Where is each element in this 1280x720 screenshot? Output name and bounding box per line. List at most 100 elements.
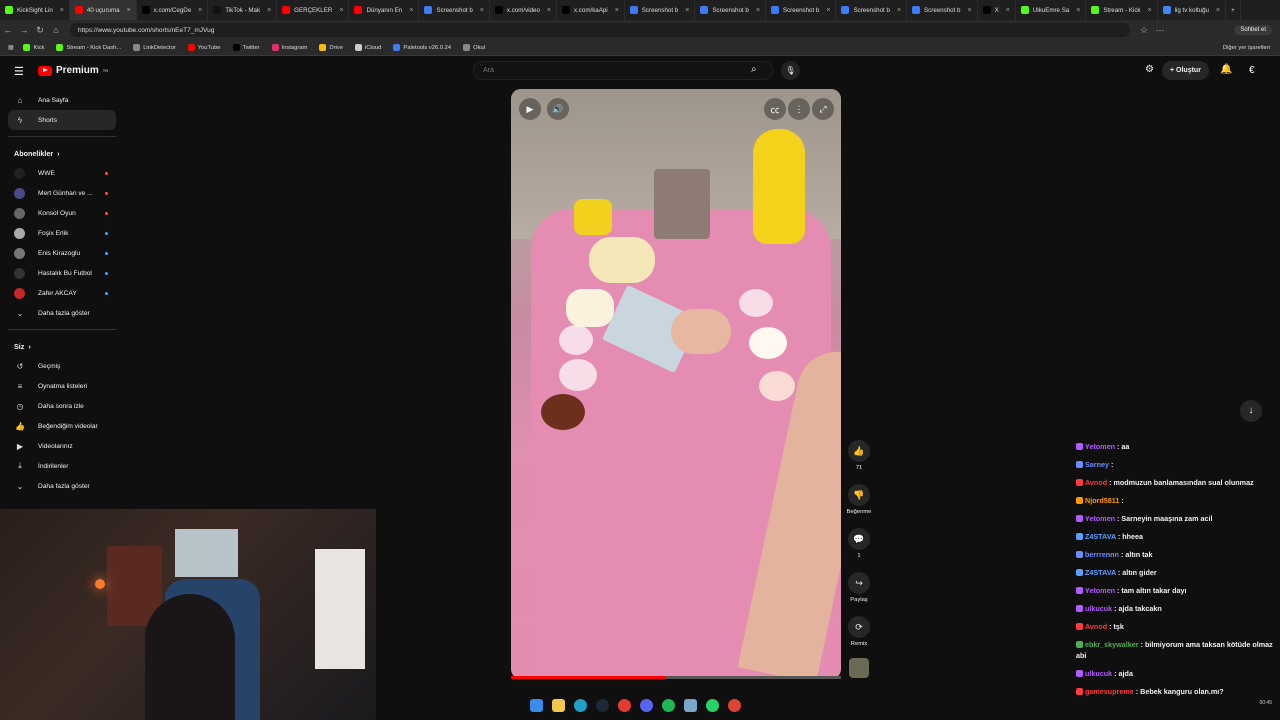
- search-input[interactable]: Ara: [473, 61, 773, 80]
- chat-username[interactable]: Z4STAVA: [1085, 532, 1116, 541]
- browser-tab[interactable]: Screenshot b ×: [836, 0, 908, 20]
- bookmark-item[interactable]: Drive: [319, 44, 343, 51]
- sidebar-item-watch-later[interactable]: ◷ Daha sonra izle: [8, 396, 116, 416]
- close-icon[interactable]: ×: [897, 7, 901, 14]
- close-icon[interactable]: ×: [267, 7, 271, 14]
- bookmark-item[interactable]: Kick: [23, 44, 44, 51]
- notifications-icon[interactable]: 🔔: [1220, 64, 1232, 75]
- chat-username[interactable]: Z4STAVA: [1085, 568, 1116, 577]
- sidebar-item-download[interactable]: ⤓ İndirilenler: [8, 456, 116, 476]
- close-icon[interactable]: ×: [547, 7, 551, 14]
- dislike-button[interactable]: 👎 Beğenme: [846, 484, 872, 515]
- remix-button[interactable]: ⟳ Remix: [846, 616, 872, 647]
- browser-tab[interactable]: UlkuEmre Sa ×: [1016, 0, 1087, 20]
- browser-tab[interactable]: X ×: [978, 0, 1016, 20]
- chat-username[interactable]: ulkucuk: [1085, 604, 1112, 613]
- close-icon[interactable]: ×: [1148, 7, 1152, 14]
- edge-icon[interactable]: [574, 699, 587, 712]
- chat-username[interactable]: Sarney: [1085, 460, 1109, 469]
- browser-tab[interactable]: Screenshot b ×: [625, 0, 696, 20]
- discord-icon[interactable]: [640, 699, 653, 712]
- bookmark-item[interactable]: Stream - Kick Dash...: [56, 44, 121, 51]
- sidebar-item-your-videos[interactable]: ▶ Videolarınız: [8, 436, 116, 456]
- subscription-item[interactable]: Foşix Erlik: [8, 223, 116, 243]
- settings-icon[interactable]: ⚙: [1145, 64, 1154, 75]
- close-icon[interactable]: ×: [756, 7, 760, 14]
- volume-button[interactable]: 🔊: [547, 98, 569, 120]
- subscription-item[interactable]: Hastalık Bu Futbol: [8, 263, 116, 283]
- chat-username[interactable]: Yetomen: [1085, 514, 1115, 523]
- browser-tab[interactable]: GERÇEKLER ×: [277, 0, 350, 20]
- subscription-item[interactable]: Zafer AKCAY: [8, 283, 116, 303]
- chat-username[interactable]: ulkucuk: [1085, 669, 1112, 678]
- browser-tab[interactable]: Screenshot b ×: [907, 0, 978, 20]
- search-icon[interactable]: ⌕: [751, 64, 757, 75]
- close-icon[interactable]: ×: [826, 7, 830, 14]
- close-icon[interactable]: ×: [1006, 7, 1010, 14]
- chrome-icon[interactable]: [728, 699, 741, 712]
- browser-tab[interactable]: Stream - Kick ×: [1086, 0, 1158, 20]
- subscription-item[interactable]: Mert Günhan ve ...: [8, 183, 116, 203]
- sidebar-item-like[interactable]: 👍 Beğendiğim videolar: [8, 416, 116, 436]
- forward-icon[interactable]: →: [16, 25, 32, 35]
- comments-button[interactable]: 💬 1: [846, 528, 872, 559]
- back-icon[interactable]: ←: [0, 25, 16, 35]
- bookmark-star-icon[interactable]: ☆: [1136, 25, 1152, 36]
- apps-icon[interactable]: ▦: [8, 45, 13, 51]
- close-icon[interactable]: ×: [1216, 7, 1220, 14]
- play-button[interactable]: ▶: [519, 98, 541, 120]
- chat-username[interactable]: gamesupreme: [1085, 687, 1134, 696]
- you-header[interactable]: Siz ›: [8, 336, 116, 356]
- subscription-item[interactable]: Enis Kirazoglu: [8, 243, 116, 263]
- browser-tab[interactable]: Dünyanın En ×: [349, 0, 420, 20]
- chat-button[interactable]: Sohbet et: [1234, 25, 1272, 35]
- close-icon[interactable]: ×: [127, 7, 131, 14]
- whatsapp-icon[interactable]: [706, 699, 719, 712]
- url-field[interactable]: https://www.youtube.com/shorts/nEeT7_mJV…: [70, 23, 1130, 37]
- create-button[interactable]: + Oluştur: [1162, 61, 1209, 80]
- close-icon[interactable]: ×: [409, 7, 413, 14]
- close-icon[interactable]: ×: [339, 7, 343, 14]
- close-icon[interactable]: ×: [968, 7, 972, 14]
- browser-tab[interactable]: lig tv koltuğu ×: [1158, 0, 1227, 20]
- show-more-subs[interactable]: ⌄ Daha fazla göster: [8, 303, 116, 323]
- subscriptions-header[interactable]: Abonelikler ›: [8, 143, 116, 163]
- subscription-item[interactable]: WWE: [8, 163, 116, 183]
- close-icon[interactable]: ×: [615, 7, 619, 14]
- sidebar-item-home[interactable]: ⌂ Ana Sayfa: [8, 90, 116, 110]
- chat-username[interactable]: ebkr_skywalker: [1085, 640, 1139, 649]
- bookmark-item[interactable]: Instagram: [271, 44, 307, 51]
- new-tab-button[interactable]: +: [1226, 0, 1241, 20]
- close-icon[interactable]: ×: [60, 7, 64, 14]
- browser-tab[interactable]: x.com/kaApi ×: [557, 0, 625, 20]
- reload-icon[interactable]: ↻: [32, 25, 48, 36]
- mic-icon[interactable]: 🎙: [781, 61, 800, 80]
- extensions-icon[interactable]: ⋯: [1152, 25, 1168, 36]
- avatar[interactable]: €: [1249, 65, 1255, 76]
- close-icon[interactable]: ×: [1076, 7, 1080, 14]
- file-explorer-icon[interactable]: [552, 699, 565, 712]
- spotify-icon[interactable]: [662, 699, 675, 712]
- browser-tab[interactable]: Screenshot b ×: [419, 0, 490, 20]
- youtube-logo[interactable]: Premium TR: [38, 65, 108, 76]
- browser-tab[interactable]: x.com/CegDe ×: [137, 0, 209, 20]
- menu-icon[interactable]: ☰: [14, 65, 24, 78]
- chat-username[interactable]: Njord5811: [1085, 496, 1119, 505]
- browser-tab[interactable]: Screenshot b ×: [766, 0, 837, 20]
- chat-username[interactable]: Yetomen: [1085, 586, 1115, 595]
- show-more-you[interactable]: ⌄ Daha fazla göster: [8, 476, 116, 496]
- chat-username[interactable]: Yetomen: [1085, 442, 1115, 451]
- bookmark-item[interactable]: Twitter: [232, 44, 260, 51]
- shorts-video-player[interactable]: ▶ 🔊 ㏄ ⋮ ⤢: [511, 89, 841, 679]
- bookmark-item[interactable]: Paletools v26.0.24: [393, 44, 451, 51]
- chat-username[interactable]: berrrennn: [1085, 550, 1119, 559]
- sidebar-item-history[interactable]: ↺ Geçmiş: [8, 356, 116, 376]
- close-icon[interactable]: ×: [198, 7, 202, 14]
- bookmark-item[interactable]: LinkDetector: [133, 44, 176, 51]
- bookmark-item[interactable]: Okul: [463, 44, 485, 51]
- other-bookmarks[interactable]: Diğer yer işaretleri: [1223, 45, 1270, 51]
- video-progress-bar[interactable]: [511, 676, 841, 679]
- subscription-item[interactable]: Konsol Oyun: [8, 203, 116, 223]
- close-icon[interactable]: ×: [685, 7, 689, 14]
- chat-username[interactable]: Avnod: [1085, 478, 1107, 487]
